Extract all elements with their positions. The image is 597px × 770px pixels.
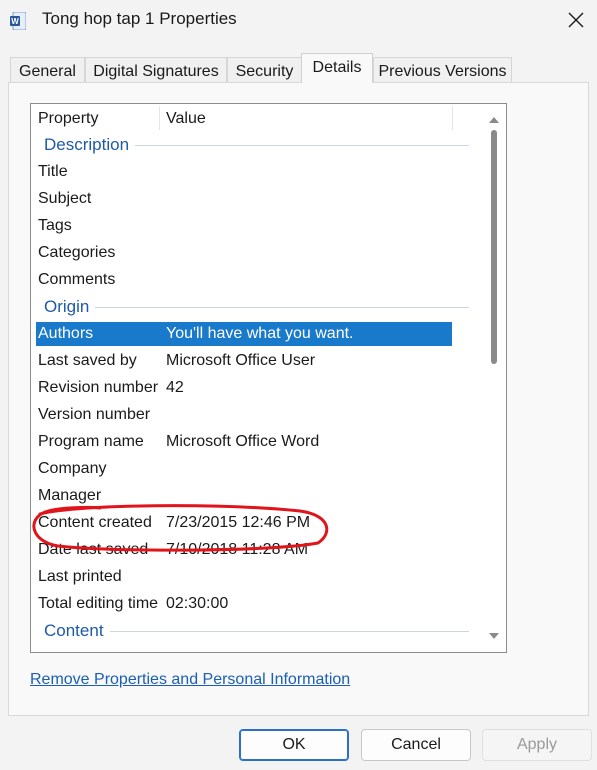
property-name: Version number [38,406,151,423]
group-heading-description: Description [31,132,491,159]
properties-list[interactable]: Property Value Description Title Subject… [30,103,507,653]
column-header-value[interactable]: Value [166,110,206,128]
table-row[interactable]: Comments [31,267,491,294]
property-name: Last saved by [38,352,137,369]
tab-strip: General Digital Signatures Security Deta… [0,53,597,83]
ok-button[interactable]: OK [239,729,349,761]
property-value: Microsoft Office User [166,352,316,369]
column-divider[interactable] [452,106,453,130]
property-value: 02:30:00 [166,595,229,612]
property-value: Microsoft Office Word [166,433,320,450]
property-name: Date last saved [38,541,149,558]
word-icon: W [10,12,26,30]
property-name: Program name [38,433,144,450]
property-name: Authors [38,325,94,342]
column-divider[interactable] [159,106,160,130]
property-name: Revision number [38,379,159,396]
tab-security[interactable]: Security [227,57,302,82]
table-row[interactable]: Total editing time 02:30:00 [31,591,491,618]
table-row[interactable]: Subject [31,186,491,213]
details-panel: Property Value Description Title Subject… [8,82,589,716]
table-row-selected[interactable]: Authors You'll have what you want. [31,321,491,348]
table-row[interactable]: Last saved by Microsoft Office User [31,348,491,375]
column-header-property[interactable]: Property [38,110,98,128]
cancel-button[interactable]: Cancel [361,729,471,761]
property-name: Manager [38,487,102,504]
group-heading-content: Content [31,618,491,645]
tab-details[interactable]: Details [301,53,373,83]
table-row[interactable]: Tags [31,213,491,240]
column-header: Property Value [31,104,506,132]
title-bar: W Tong hop tap 1 Properties [0,0,597,40]
tab-previous-versions[interactable]: Previous Versions [373,57,512,82]
property-name: Subject [38,190,92,207]
table-row[interactable]: Revision number 42 [31,375,491,402]
vertical-scrollbar[interactable] [482,104,506,652]
property-value: 42 [166,379,184,396]
property-name: Last printed [38,568,122,585]
table-row[interactable]: Last printed [31,564,491,591]
scrollbar-thumb[interactable] [491,130,497,364]
window-title: Tong hop tap 1 Properties [42,9,237,28]
close-icon [568,12,584,28]
table-row[interactable]: Version number [31,402,491,429]
table-row[interactable]: Title [31,159,491,186]
apply-button[interactable]: Apply [482,729,592,761]
property-name: Content created [38,514,152,531]
property-name: Company [38,460,107,477]
table-row[interactable]: Manager [31,483,491,510]
table-row[interactable]: Date last saved 7/10/2018 11:28 AM [31,537,491,564]
property-name: Tags [38,217,72,234]
remove-properties-link[interactable]: Remove Properties and Personal Informati… [30,671,350,689]
svg-text:W: W [11,17,19,26]
property-name: Title [38,163,68,180]
tab-digital-signatures[interactable]: Digital Signatures [85,57,227,82]
property-name: Comments [38,271,116,288]
scroll-up-arrow-icon[interactable] [489,116,499,124]
tab-general[interactable]: General [10,57,85,82]
property-rows: Description Title Subject Tags Categorie… [31,132,491,645]
property-value: 7/10/2018 11:28 AM [166,541,309,558]
property-value: 7/23/2015 12:46 PM [166,514,311,531]
property-value: You'll have what you want. [166,325,354,342]
table-row[interactable]: Company [31,456,491,483]
property-name: Total editing time [38,595,159,612]
property-name: Categories [38,244,116,261]
table-row[interactable]: Program name Microsoft Office Word [31,429,491,456]
close-button[interactable] [556,2,596,38]
table-row-content-created[interactable]: Content created 7/23/2015 12:46 PM [31,510,491,537]
group-heading-origin: Origin [31,294,491,321]
scroll-down-arrow-icon[interactable] [489,632,499,640]
table-row[interactable]: Categories [31,240,491,267]
